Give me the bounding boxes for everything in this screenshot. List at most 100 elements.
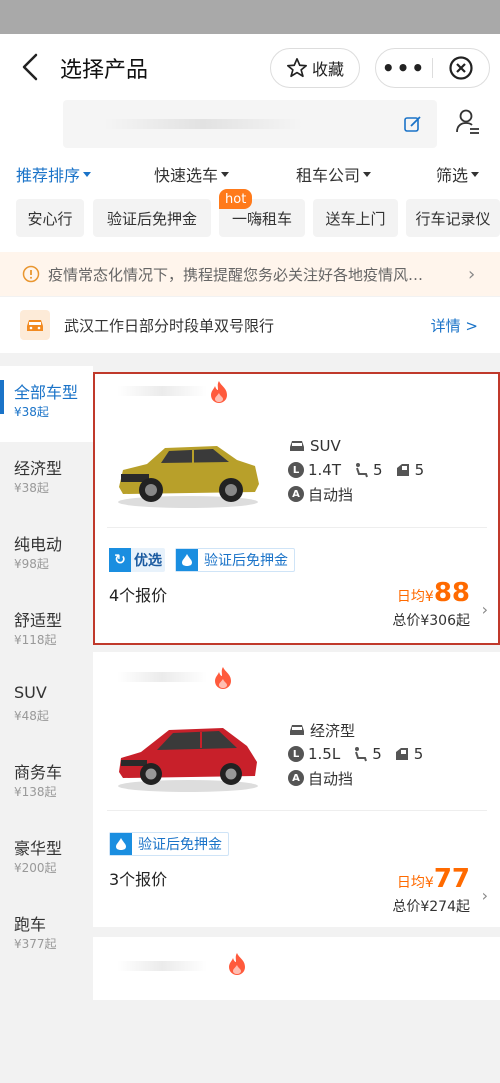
sidebar-item-electric[interactable]: 纯电动 ¥98起 (0, 518, 93, 594)
transmission-icon: A (288, 486, 304, 502)
car-specs: 经济型 L 1.5L 5 5 A 自动挡 (288, 718, 423, 790)
fire-icon (211, 381, 227, 403)
daily-price-label: 日均¥ (396, 589, 434, 605)
tab-label: 筛选 (436, 166, 469, 185)
sidebar-item-economy[interactable]: 经济型 ¥38起 (0, 442, 93, 518)
daily-price-label: 日均¥ (396, 875, 434, 891)
fire-icon (215, 667, 231, 689)
price-block: 日均¥ 77 总价¥274起 (392, 864, 470, 916)
engine-displacement: 1.5L (308, 745, 341, 763)
epidemic-notice[interactable]: 疫情常态化情况下，携程提醒您务必关注好各地疫情风… › (0, 252, 500, 296)
chevron-right-icon: › (468, 263, 476, 285)
notice-text: 疫情常态化情况下，携程提醒您务必关注好各地疫情风… (48, 265, 424, 284)
car-type: SUV (310, 437, 341, 455)
door-count: 5 (414, 461, 425, 479)
sidebar-item-label: SUV (14, 683, 47, 702)
quote-count: 4个报价 (109, 586, 168, 605)
sidebar-item-label: 豪华型 (14, 839, 63, 858)
drop-icon (110, 833, 132, 855)
car-specs: SUV L 1.4T 5 5 A 自动挡 (288, 434, 424, 506)
sidebar-item-luxury[interactable]: 豪华型 ¥200起 (0, 822, 93, 898)
search-location-box[interactable] (63, 100, 437, 148)
sidebar-item-label: 全部车型 (14, 383, 79, 402)
chevron-right-icon: › (481, 600, 488, 619)
door-icon (395, 748, 408, 760)
car-card[interactable]: 经济型 L 1.5L 5 5 A 自动挡 验证后免押金 3个报价 日均¥ 77 总… (93, 652, 500, 927)
sidebar-item-label: 商务车 (14, 763, 63, 782)
sidebar-item-label: 经济型 (14, 459, 63, 478)
total-price: 总价¥306起 (392, 613, 470, 629)
deposit-free-label: 验证后免押金 (204, 553, 288, 569)
status-strip (0, 0, 500, 34)
car-image-suv (118, 446, 259, 508)
card-divider (107, 527, 487, 528)
star-icon (286, 58, 307, 78)
tab-recommended[interactable]: 推荐排序 (16, 162, 92, 186)
traffic-limit-banner: 武汉工作日部分时段单双号限行 详情 > (0, 297, 500, 353)
seat-count: 5 (373, 461, 383, 479)
sidebar-item-price: ¥48起 (14, 709, 49, 723)
sidebar-item-price: ¥98起 (14, 557, 49, 571)
seat-icon (356, 463, 368, 478)
car-list: SUV L 1.4T 5 5 A 自动挡 ↻ 优选 验证后免押金 4个报价 日均… (93, 366, 500, 1006)
chip-deposit-free[interactable]: 验证后免押金 (93, 199, 211, 237)
seat-count: 5 (372, 745, 382, 763)
blurred-content (117, 961, 207, 971)
sidebar-item-sports[interactable]: 跑车 ¥377起 (0, 898, 93, 974)
fire-icon (229, 953, 245, 975)
collect-button[interactable]: 收藏 (270, 48, 360, 88)
car-type: 经济型 (310, 721, 356, 740)
sidebar-item-comfort[interactable]: 舒适型 ¥118起 (0, 594, 93, 670)
edit-icon[interactable] (403, 114, 423, 134)
quick-filter-chips: 安心行 验证后免押金 一嗨租车 送车上门 行车记录仪 hot (0, 189, 500, 241)
more-button[interactable]: ••• (376, 56, 432, 80)
premium-logo-icon: ↻ (109, 548, 131, 572)
car-card[interactable]: SUV L 1.4T 5 5 A 自动挡 ↻ 优选 验证后免押金 4个报价 日均… (93, 372, 500, 645)
close-button[interactable] (433, 55, 489, 81)
miniapp-capsule: ••• (375, 48, 490, 88)
sidebar-item-all[interactable]: 全部车型 ¥38起 (0, 366, 93, 442)
car-category-sidebar: 全部车型 ¥38起 经济型 ¥38起 纯电动 ¥98起 舒适型 ¥118起 SU… (0, 366, 93, 1006)
chip-delivery[interactable]: 送车上门 (313, 199, 398, 237)
collect-label: 收藏 (311, 60, 344, 79)
tab-filter[interactable]: 筛选 (436, 162, 480, 186)
limit-details-link[interactable]: 详情 > (431, 315, 478, 336)
sidebar-item-price: ¥118起 (14, 633, 57, 647)
sidebar-item-label: 跑车 (14, 915, 47, 934)
card-divider (107, 810, 487, 811)
engine-icon: L (288, 462, 304, 478)
car-restriction-icon (20, 310, 50, 340)
car-card[interactable] (93, 937, 500, 1000)
close-circle-icon (449, 56, 473, 80)
premium-tag-label: 优选 (134, 553, 162, 569)
caret-down-icon (471, 171, 480, 177)
page-title: 选择产品 (60, 58, 149, 83)
user-icon[interactable] (455, 108, 481, 136)
transmission-icon: A (288, 770, 304, 786)
tab-label: 快速选车 (154, 166, 219, 185)
chip-dashcam[interactable]: 行车记录仪 (406, 199, 500, 237)
car-type-icon (290, 725, 304, 735)
sidebar-item-label: 舒适型 (14, 611, 63, 630)
caret-down-icon (363, 171, 372, 177)
tab-quick-select[interactable]: 快速选车 (154, 162, 230, 186)
chevron-right-icon: › (481, 886, 488, 905)
back-button[interactable] (16, 50, 46, 84)
car-type-icon (290, 441, 304, 451)
tab-rental-company[interactable]: 租车公司 (296, 162, 372, 186)
tab-label: 租车公司 (296, 166, 361, 185)
engine-displacement: 1.4T (308, 461, 342, 479)
tab-label: 推荐排序 (16, 166, 81, 185)
sidebar-item-business[interactable]: 商务车 ¥138起 (0, 746, 93, 822)
deposit-free-tag: 验证后免押金 (109, 832, 229, 856)
transmission: 自动挡 (308, 485, 354, 504)
info-circle-icon (22, 265, 40, 283)
chip-anxinxing[interactable]: 安心行 (16, 199, 84, 237)
door-icon (396, 464, 409, 476)
caret-down-icon (83, 171, 92, 177)
daily-price: 77 (433, 864, 470, 894)
car-image-hatchback (118, 728, 258, 792)
engine-icon: L (288, 746, 304, 762)
chevron-left-icon (22, 53, 38, 81)
sidebar-item-suv[interactable]: SUV ¥48起 (0, 670, 93, 746)
